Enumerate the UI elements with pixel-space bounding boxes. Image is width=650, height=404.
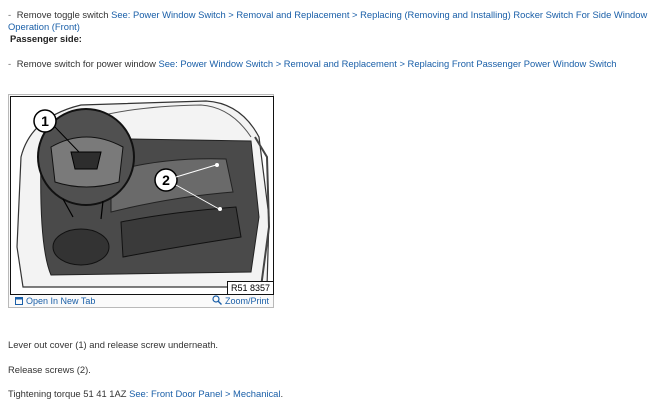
callout-2: 2 <box>162 172 170 188</box>
magnifier-icon <box>212 295 222 305</box>
passenger-side-heading: Passenger side: <box>10 33 82 44</box>
figure-toolbar: Open In New Tab Zoom/Print <box>9 294 273 308</box>
zoom-print-button[interactable]: Zoom/Print <box>212 295 269 307</box>
instruction-lever-out-cover: Lever out cover (1) and release screw un… <box>8 339 219 350</box>
figure-panel: 1 2 R51 8357 Open In New Tab Zoom/Print <box>8 94 274 308</box>
figure-id: R51 8357 <box>226 281 273 294</box>
door-panel-illustration[interactable]: 1 2 R51 8357 <box>10 96 274 295</box>
power-window-switch-link[interactable]: See: Power Window Switch > Removal and R… <box>158 58 616 69</box>
bullet: - <box>8 58 12 69</box>
instruction-tightening-torque: Tightening torque 51 41 1AZ See: Front D… <box>8 388 283 400</box>
bullet: - <box>8 9 12 20</box>
period: . <box>280 388 284 399</box>
front-door-panel-link[interactable]: See: Front Door Panel > Mechanical <box>129 388 280 399</box>
step-text: Remove toggle switch <box>16 9 109 20</box>
open-tab-label: Open In New Tab <box>26 296 96 306</box>
step-link-continuation: Operation (Front) <box>8 21 80 33</box>
instruction-release-screws: Release screws (2). <box>8 364 91 375</box>
window-icon <box>15 297 23 305</box>
callout-1: 1 <box>41 113 49 129</box>
step-remove-toggle-switch: - Remove toggle switch See: Power Window… <box>8 9 647 21</box>
door-panel-drawing: 1 2 <box>16 100 271 288</box>
open-in-new-tab-button[interactable]: Open In New Tab <box>15 295 95 307</box>
toggle-switch-link-cont[interactable]: Operation (Front) <box>8 21 80 32</box>
step-remove-power-window-switch: - Remove switch for power window See: Po… <box>8 58 617 70</box>
zoom-label: Zoom/Print <box>224 296 269 306</box>
step-text: Remove switch for power window <box>16 58 156 69</box>
torque-text: Tightening torque 51 41 1AZ <box>8 388 127 399</box>
toggle-switch-link[interactable]: See: Power Window Switch > Removal and R… <box>111 9 647 20</box>
